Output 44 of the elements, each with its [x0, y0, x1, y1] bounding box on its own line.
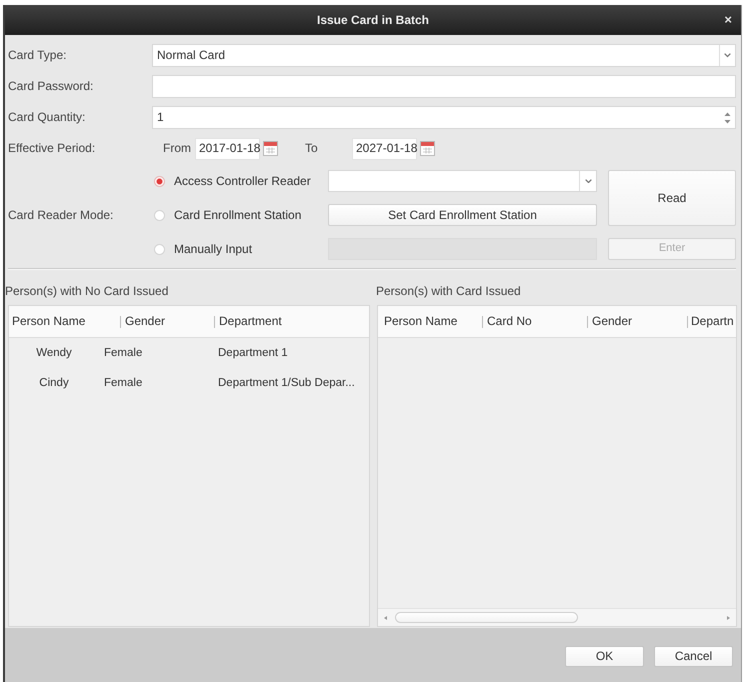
option-label: Access Controller Reader	[174, 174, 311, 188]
caret-icon[interactable]	[724, 53, 731, 58]
table-cell-text: Cindy	[38, 376, 70, 390]
column-header[interactable]: Person Name	[9, 314, 120, 329]
table-cell-text: Department 1/Sub Depar...	[217, 376, 356, 390]
card-type-dropdown[interactable]: Normal Card	[152, 44, 736, 67]
section-title: Person(s) with Card Issued	[375, 283, 522, 300]
table-cell-text: Wendy	[35, 346, 73, 360]
column-header[interactable]: Departn	[687, 314, 736, 329]
scroll-right-icon[interactable]	[727, 616, 730, 620]
calendar-icon[interactable]	[263, 141, 278, 156]
window-title: Issue Card in Batch	[316, 12, 430, 28]
radio-button[interactable]	[154, 210, 165, 220]
from-label: From	[163, 141, 192, 156]
to-label: To	[305, 141, 319, 156]
table-cell-text: Female	[103, 346, 144, 360]
radio-button[interactable]	[154, 176, 165, 186]
enter-button: Enter	[608, 238, 736, 260]
section-title: Person(s) with No Card Issued	[5, 283, 170, 300]
read-button[interactable]: Read	[608, 170, 736, 226]
dialog-button[interactable]: OK	[565, 646, 644, 667]
field-label: Card Type:	[8, 48, 68, 63]
option-label: Manually Input	[174, 242, 252, 256]
column-header[interactable]: Person Name	[378, 314, 482, 329]
table-cell-text: Female	[103, 376, 144, 390]
quantity-spinbox[interactable]: 1	[152, 106, 736, 129]
start-date-field[interactable]: 2017-01-18	[195, 138, 260, 160]
enrollment-station-button[interactable]: Set Card Enrollment Station	[328, 204, 597, 226]
dialog-button[interactable]: Cancel	[654, 646, 733, 667]
scroll-left-icon[interactable]	[384, 616, 387, 620]
field-label: Card Quantity:	[8, 110, 86, 125]
calendar-icon[interactable]	[420, 141, 435, 156]
caret-icon[interactable]	[584, 178, 592, 184]
scrollbar-thumb[interactable]	[395, 612, 578, 623]
field-label: Card Reader Mode:	[8, 208, 114, 222]
password-field[interactable]	[152, 75, 736, 98]
horizontal-scrollbar[interactable]	[378, 608, 736, 626]
option-label: Card Enrollment Station	[174, 208, 302, 222]
field-label: Card Password:	[8, 79, 94, 94]
end-date-field[interactable]: 2027-01-18	[352, 138, 417, 160]
field-label: Effective Period:	[8, 141, 96, 156]
table-cell-text: Department 1	[217, 346, 289, 360]
spin-arrows-icon[interactable]	[724, 112, 730, 124]
close-button[interactable]: ×	[722, 12, 734, 27]
